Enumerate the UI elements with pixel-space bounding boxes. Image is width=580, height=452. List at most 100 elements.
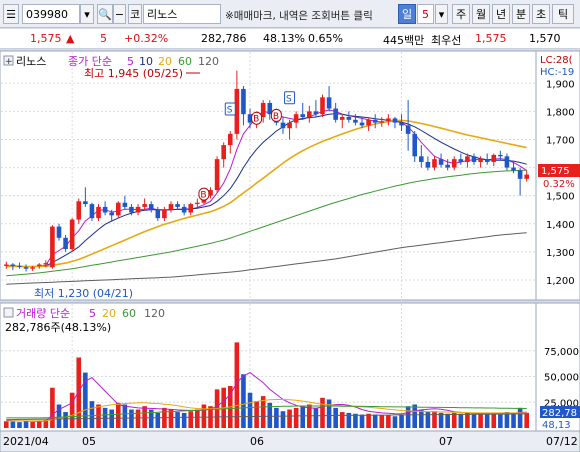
volume-bar: [405, 406, 411, 428]
volume-bar: [293, 407, 299, 428]
candle-body: [432, 159, 437, 168]
volume-bar: [201, 404, 207, 428]
volume-bar: [484, 414, 490, 428]
price-tick-label: 1,500: [546, 192, 575, 203]
candle-body: [504, 156, 510, 168]
period-year-button[interactable]: 년: [492, 4, 510, 24]
volume-bar: [300, 406, 306, 428]
max-price-note: 최고 1,945 (05/25): [84, 67, 183, 80]
x-axis-label-july: 07: [439, 435, 453, 448]
volume-bar: [115, 402, 121, 428]
period-minute-button[interactable]: 분: [512, 4, 530, 24]
buy-mark-label: B: [253, 115, 259, 125]
volume-bar: [399, 414, 404, 428]
candle-body: [17, 265, 22, 267]
candle-body: [307, 111, 312, 117]
stock-name-field[interactable]: 리노스: [143, 4, 221, 24]
volume-bar: [465, 412, 470, 428]
volume-bar: [339, 412, 345, 428]
volume-bar: [287, 409, 292, 428]
candle-body: [162, 209, 167, 219]
candle-body: [129, 206, 134, 213]
candle-body: [188, 204, 194, 213]
stock-chart[interactable]: BSBBS 1,9001,8001,7001,6001,5001,4001,30…: [0, 50, 580, 452]
candle-body: [227, 133, 233, 146]
turnover-rate: 0.65%: [308, 32, 343, 45]
period-second-button[interactable]: 초: [532, 4, 550, 24]
trade-amount: 445백만: [383, 34, 425, 47]
volume-tag-text: 282,78: [542, 408, 577, 419]
volume-bar: [333, 407, 338, 428]
menu-icon[interactable]: ☰: [3, 4, 19, 24]
period-month-button[interactable]: 월: [472, 4, 490, 24]
volume-bar: [181, 412, 187, 428]
volume-bar: [517, 407, 523, 428]
volume-bar: [366, 413, 371, 428]
volume-tick-label: 50,000: [544, 373, 579, 384]
candle-body: [412, 133, 418, 157]
candle-body: [83, 201, 88, 205]
volume-bar: [247, 392, 253, 428]
price-tick-label: 1,400: [546, 220, 575, 231]
period-week-button[interactable]: 주: [452, 4, 470, 24]
candle-body: [359, 122, 365, 126]
price-tick-label: 1,900: [546, 79, 575, 90]
volume-bar: [50, 387, 55, 428]
volume-bar: [76, 357, 82, 428]
candle-body: [76, 201, 82, 220]
volume-bar: [56, 404, 62, 428]
best-ask-price: 1,575: [475, 32, 507, 45]
volume-bar: [386, 415, 391, 428]
volume-bar: [419, 409, 424, 428]
candle-body: [36, 264, 42, 266]
volume-bar: [412, 404, 418, 428]
volume-bar: [36, 421, 42, 428]
market-button[interactable]: 코: [128, 4, 142, 24]
candle-body: [419, 156, 424, 162]
search-icon[interactable]: 🔍: [97, 4, 113, 24]
candle-body: [214, 159, 220, 191]
volume-bar: [471, 414, 477, 428]
volume-bar: [313, 407, 319, 428]
volume-rate-tag-text: 48,13: [542, 420, 571, 431]
volume-tick-label: 75,000: [544, 347, 579, 358]
minus-icon[interactable]: −: [113, 4, 126, 24]
candle-body: [89, 204, 95, 219]
volume-legend-60: 60: [122, 307, 136, 320]
stock-code-input[interactable]: 039980: [22, 4, 80, 24]
candle-body: [287, 122, 292, 129]
period-day-button[interactable]: 일: [398, 4, 416, 24]
chart-area[interactable]: BSBBS 1,9001,8001,7001,6001,5001,4001,30…: [0, 50, 580, 452]
candle-body: [465, 156, 470, 162]
candle-body: [405, 125, 411, 134]
volume-menu-icon[interactable]: [3, 307, 14, 318]
price-info-bar: 1,575 ▲ 5 +0.32% 282,786 48.13% 0.65% 44…: [0, 29, 580, 49]
candle-body: [155, 209, 161, 219]
volume-bar: [89, 401, 95, 428]
volume-info: 282,786주(48.13%): [5, 321, 111, 334]
period-count-field[interactable]: 5: [417, 4, 434, 24]
period-tick-button[interactable]: 틱: [552, 4, 574, 24]
price-tick-label: 1,200: [546, 276, 575, 287]
volume-bar: [438, 412, 444, 428]
dropdown-icon[interactable]: ▾: [80, 4, 94, 24]
price-change: 5: [100, 32, 107, 45]
candle-body: [326, 97, 332, 109]
candle-body: [478, 159, 483, 162]
candle-body: [458, 159, 464, 162]
candle-body: [122, 202, 128, 207]
volume-bar: [69, 392, 75, 428]
volume-bar: [498, 414, 503, 428]
volume-bar: [524, 412, 530, 428]
period-dropdown-icon[interactable]: ▾: [435, 4, 448, 24]
volume-bar: [175, 412, 180, 428]
candle-body: [3, 264, 9, 266]
price-tick-label: 1,300: [546, 248, 575, 259]
volume-bar: [511, 412, 516, 428]
up-arrow-icon: ▲: [66, 32, 75, 45]
candle-body: [30, 267, 35, 269]
volume-bar: [478, 413, 483, 428]
volume-bar: [379, 414, 385, 428]
candle-body: [63, 237, 68, 250]
volume-bar: [10, 421, 16, 428]
